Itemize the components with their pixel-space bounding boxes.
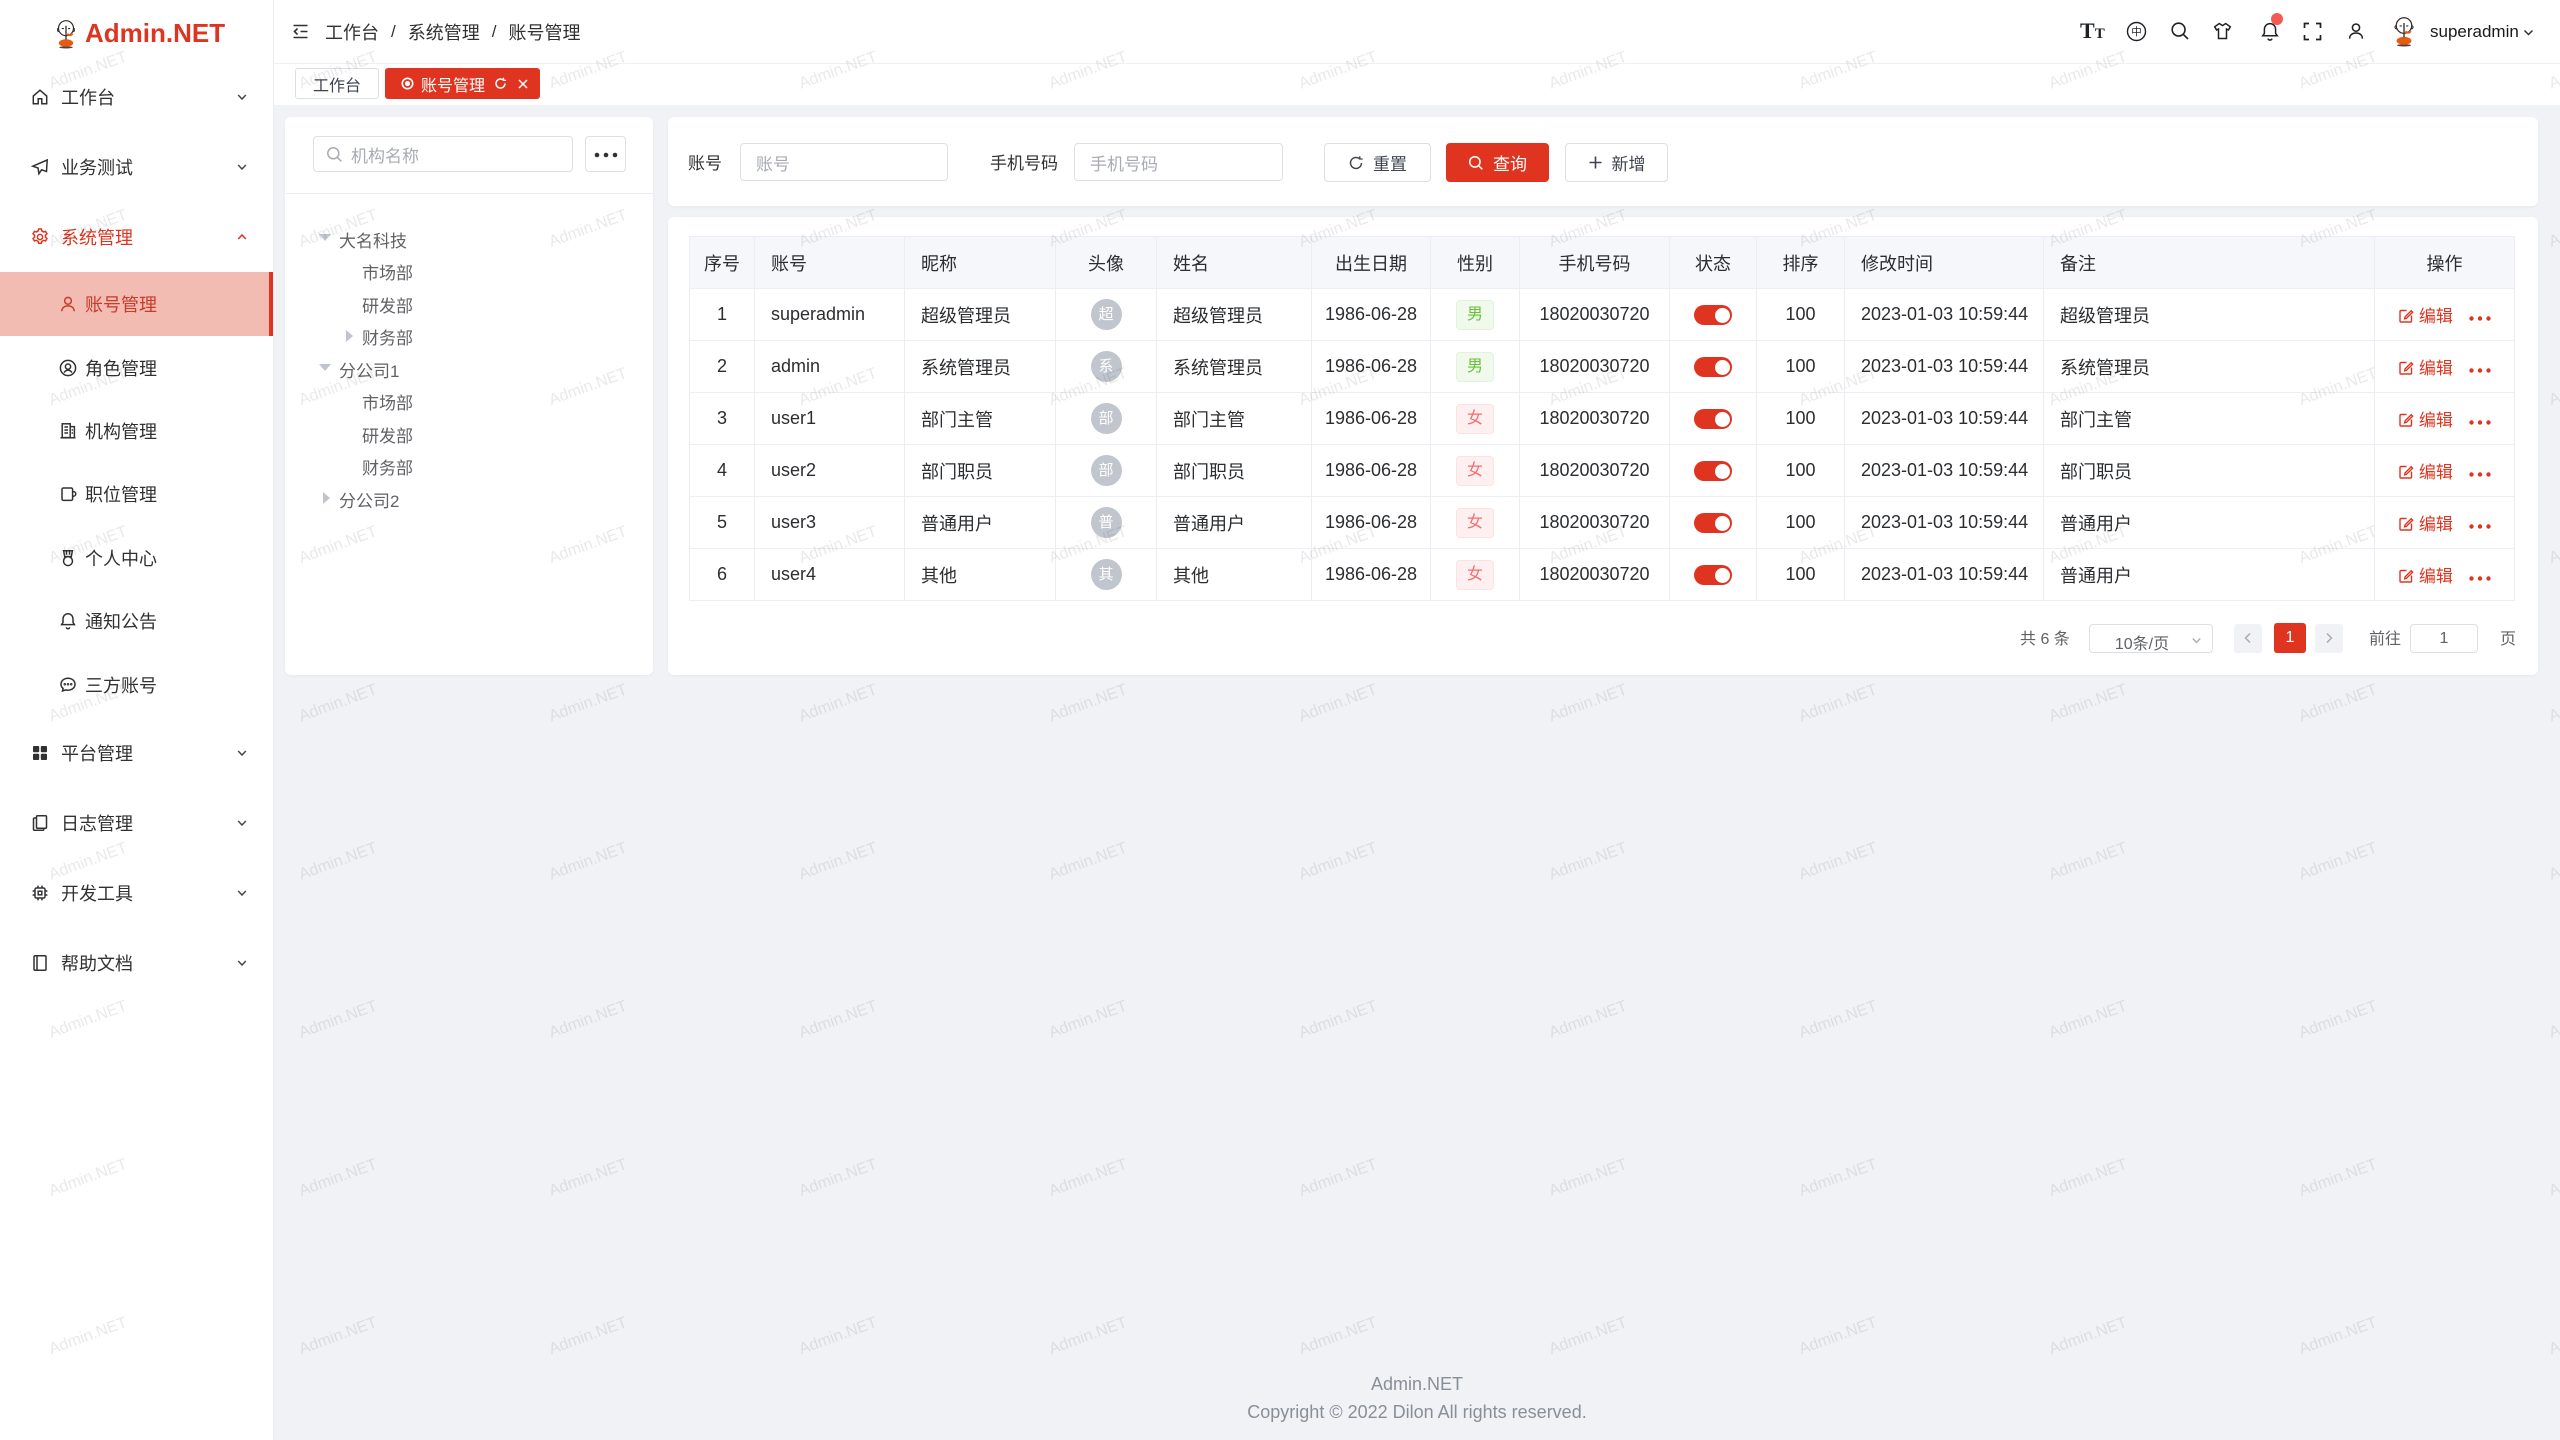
svg-text:中: 中 [2131, 25, 2142, 38]
